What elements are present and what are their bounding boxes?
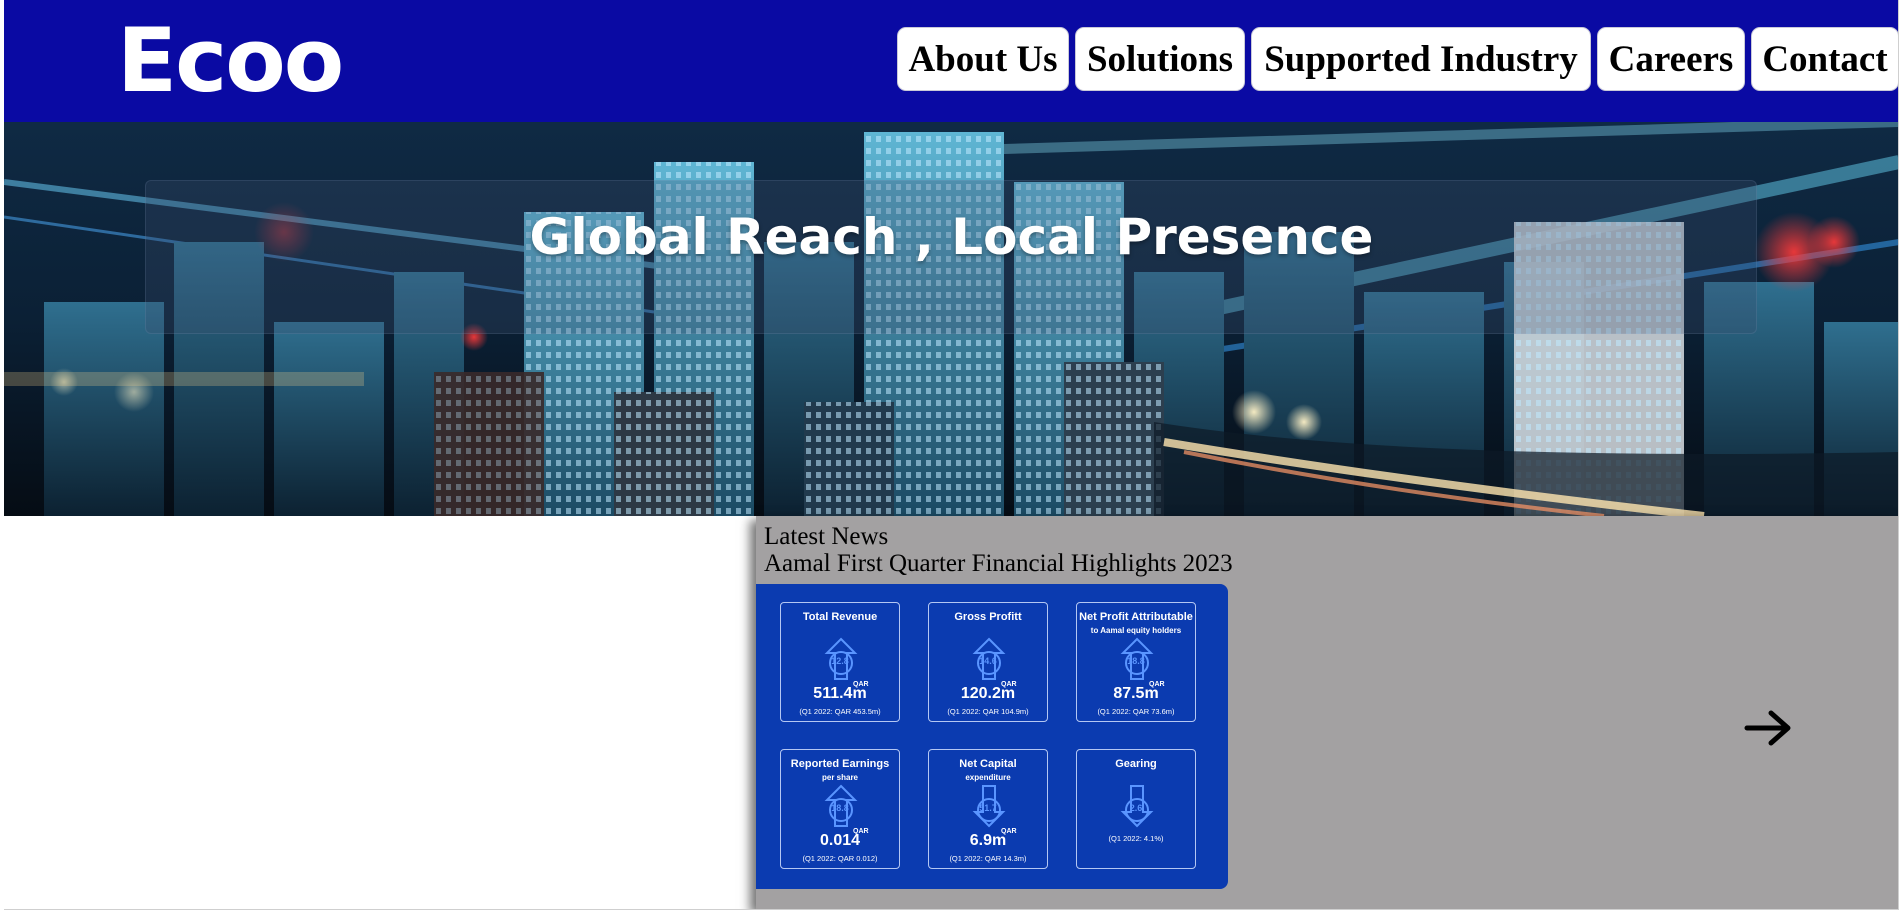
kpi-title: Gearing [1115,758,1157,770]
kpi-percent: 2.6 [1129,803,1143,813]
kpi-percent: 14.6 [979,656,997,666]
kpi-title: Gross Profitt [954,611,1022,623]
news-article-title[interactable]: Aamal First Quarter Financial Highlights… [764,550,1233,578]
hero-title: Global Reach , Local Presence [529,208,1374,266]
news-article-image[interactable]: Total Revenue 12.8 QAR 511.4m (Q1 2022: QAR … [756,584,1228,889]
kpi-card: Gross Profitt 14.6 QAR 120.2m (Q1 2022: QAR … [928,602,1048,722]
nav-careers-button[interactable]: Careers [1597,27,1745,91]
nav-supported-industry-button[interactable]: Supported Industry [1251,27,1591,91]
kpi-card: Total Revenue 12.8 QAR 511.4m (Q1 2022: QAR … [780,602,900,722]
kpi-subtitle: to Aamal equity holders [1090,626,1182,635]
site-header: Ecoo About Us Solutions Supported Indust… [4,0,1898,122]
kpi-previous: (Q1 2022: QAR 453.5m) [799,707,881,716]
kpi-title: Net Profit Attributable to Aamal equity h… [1077,611,1195,637]
kpi-card: Reported Earnings per share 18.8 QAR 0.014 (Q… [780,749,900,869]
kpi-value: 120.2m [960,685,1016,702]
kpi-title: Total Revenue [802,611,878,623]
page-frame: Ecoo About Us Solutions Supported Indust… [4,0,1899,910]
hero-banner: Global Reach , Local Presence [4,122,1898,516]
kpi-previous: (Q1 2022: 4.1%) [1108,834,1164,843]
kpi-previous: (Q1 2022: QAR 73.6m) [1097,707,1175,716]
kpi-previous: (Q1 2022: QAR 0.012) [802,854,878,863]
nav-solutions-button[interactable]: Solutions [1075,27,1245,91]
kpi-card: Gearing 2.6 (Q1 2022: 4.1%) [1076,749,1196,869]
kpi-value: 87.5m [1113,685,1159,702]
main-nav: About Us Solutions Supported Industry Ca… [897,27,1898,91]
kpi-value: 6.9m [969,832,1007,849]
kpi-subtitle: expenditure [965,773,1011,782]
news-heading: Latest News [764,523,889,550]
kpi-percent: 12.8 [831,656,849,666]
kpi-percent: 18.8 [1127,656,1145,666]
kpi-title: Reported Earnings per share [781,758,899,784]
kpi-value: 511.4m [813,685,867,702]
kpi-card: Net Capital expenditure 51.7 QAR 6.9m (Q1 202… [928,749,1048,869]
kpi-title: Net Capital expenditure [929,758,1047,784]
nav-about-us-button[interactable]: About Us [897,27,1069,91]
kpi-card: Net Profit Attributable to Aamal equity h… [1076,602,1196,722]
nav-contact-button[interactable]: Contact [1751,27,1898,91]
kpi-previous: (Q1 2022: QAR 14.3m) [949,854,1027,863]
kpi-previous: (Q1 2022: QAR 104.9m) [947,707,1029,716]
arrow-right-icon[interactable] [1743,708,1795,748]
latest-news-section: Latest News Aamal First Quarter Financia… [756,516,1898,909]
kpi-value: 0.014 [819,832,861,849]
site-logo[interactable]: Ecoo [117,6,344,116]
kpi-percent: 18.8 [831,803,849,813]
kpi-subtitle: per share [821,773,859,782]
kpi-percent: 51.7 [979,803,997,813]
